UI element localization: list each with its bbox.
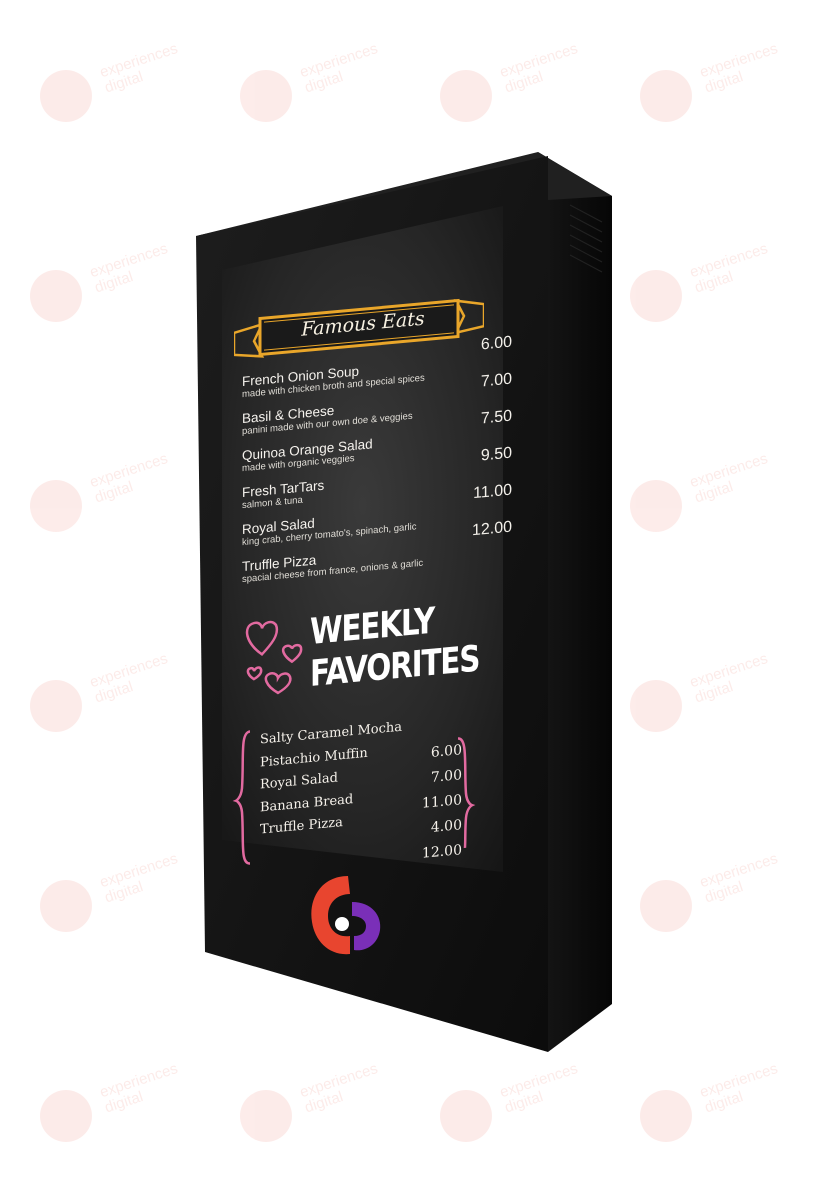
hearts-icon	[245, 620, 303, 695]
menu-item-price: 12.00	[471, 518, 512, 540]
menu-item-price: 7.50	[480, 407, 512, 428]
menu-board-content: Famous Eats French Onion Soup made with …	[222, 204, 512, 866]
digital-signage-kiosk: Famous Eats French Onion Soup made with …	[0, 0, 820, 1200]
favorite-item-price: 12.00	[421, 842, 462, 862]
menu-item-price: 7.00	[480, 370, 512, 391]
menu-item-price: 11.00	[473, 481, 512, 503]
weekly-favorites-list: Salty Caramel Mocha Pistachio Muffin Roy…	[260, 719, 410, 845]
cabinet-side-panel	[538, 152, 612, 1052]
brand-logo-icon	[311, 876, 381, 955]
menu-item-price: 6.00	[480, 333, 512, 354]
menu-item-price: 9.50	[480, 444, 512, 465]
menu-list: French Onion Soup made with chicken brot…	[242, 334, 512, 597]
weekly-favorites-heading: WEEKLY FAVORITES	[310, 599, 479, 696]
weekly-favorites-prices: 6.00 7.00 11.00 4.00 12.00	[412, 742, 462, 872]
